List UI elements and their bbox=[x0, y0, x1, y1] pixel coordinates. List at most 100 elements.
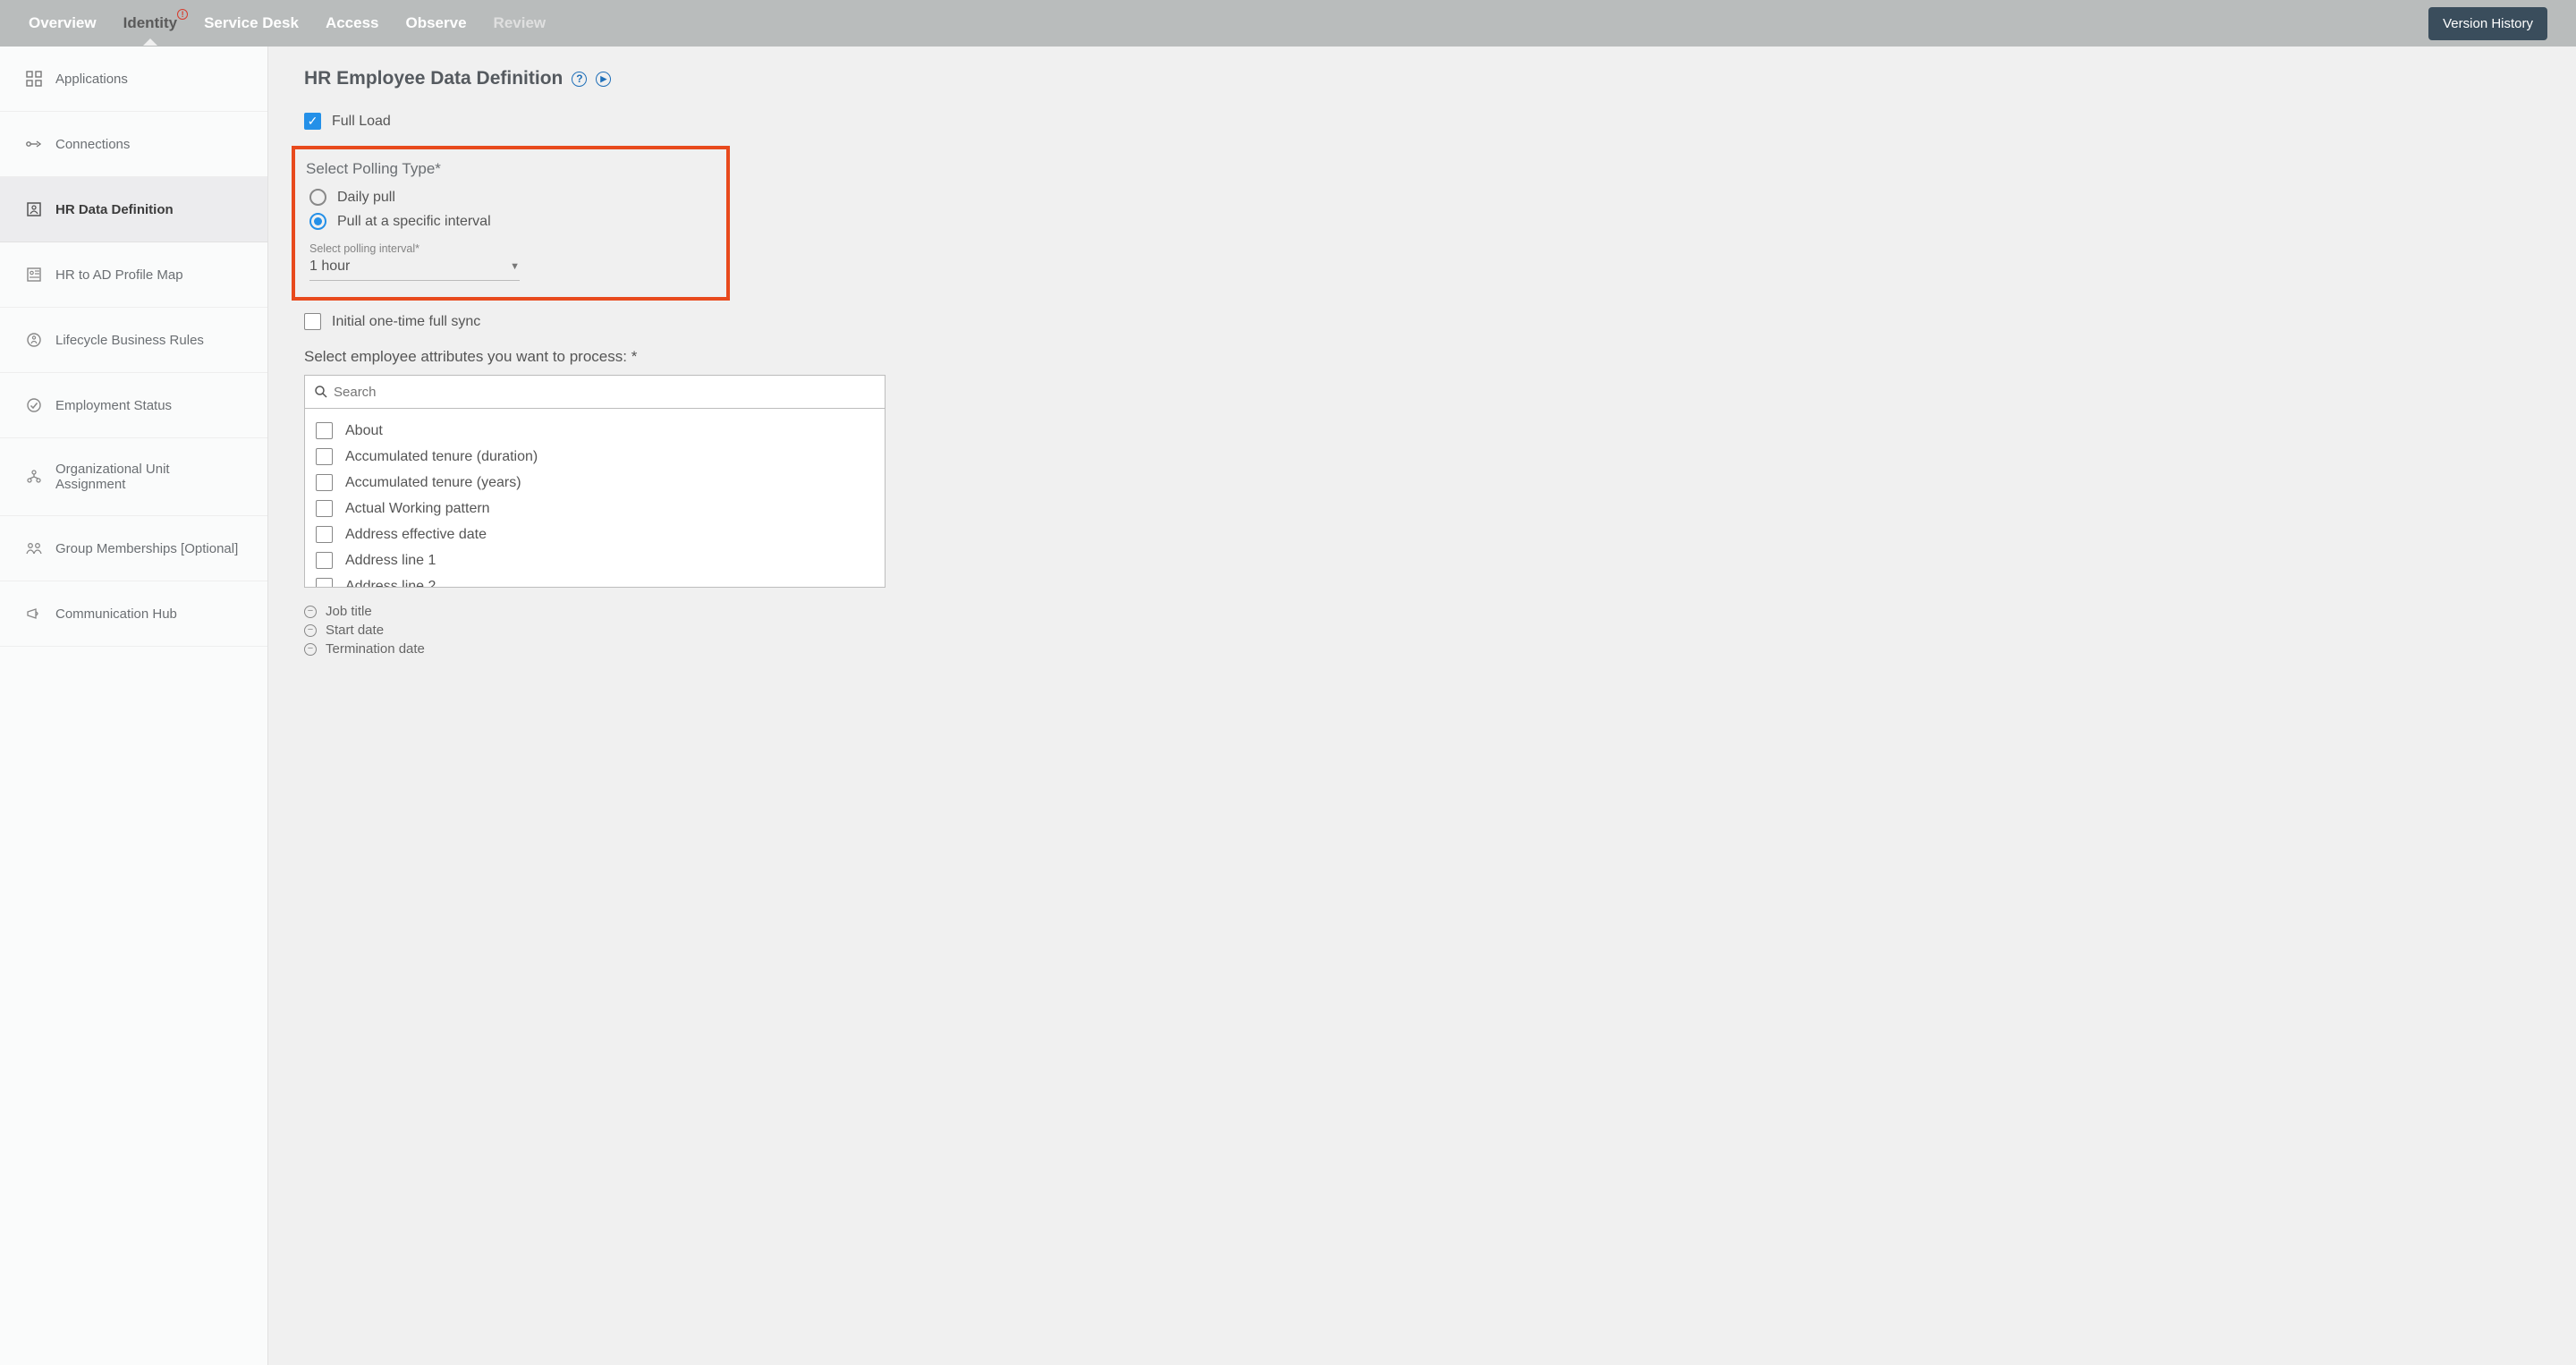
select-value: 1 hour bbox=[309, 259, 350, 275]
status-icon bbox=[25, 396, 43, 414]
attribute-label: About bbox=[345, 423, 383, 439]
attribute-checkbox[interactable] bbox=[316, 526, 333, 543]
sidebar-item-label: Applications bbox=[55, 72, 128, 87]
sidebar-item-label: Employment Status bbox=[55, 398, 172, 413]
sidebar-item-label: HR Data Definition bbox=[55, 202, 174, 217]
full-load-row: ✓ Full Load bbox=[304, 113, 2540, 130]
radio-daily-pull[interactable]: Daily pull bbox=[309, 189, 716, 206]
full-load-checkbox[interactable]: ✓ bbox=[304, 113, 321, 130]
remove-icon: − bbox=[304, 624, 317, 637]
radio-specific-interval[interactable]: Pull at a specific interval bbox=[309, 213, 716, 230]
sidebar-item-hr-data-definition[interactable]: HR Data Definition bbox=[0, 177, 267, 242]
radio-label: Pull at a specific interval bbox=[337, 214, 491, 230]
tab-service-desk[interactable]: Service Desk bbox=[204, 2, 299, 45]
sidebar-item-label: HR to AD Profile Map bbox=[55, 267, 183, 283]
tab-label: Identity bbox=[123, 14, 177, 31]
tab-review[interactable]: Review bbox=[494, 2, 547, 45]
profile-map-icon bbox=[25, 266, 43, 284]
page-title-text: HR Employee Data Definition bbox=[304, 68, 563, 89]
tab-label: Access bbox=[326, 14, 379, 31]
sidebar-item-applications[interactable]: Applications bbox=[0, 47, 267, 112]
top-nav: Overview Identity ! Service Desk Access … bbox=[0, 0, 2576, 47]
attribute-checkbox[interactable] bbox=[316, 474, 333, 491]
attribute-list[interactable]: About Accumulated tenure (duration) Accu… bbox=[304, 409, 886, 588]
attributes-section-label: Select employee attributes you want to p… bbox=[304, 348, 2540, 366]
group-icon bbox=[25, 539, 43, 557]
sidebar-item-label: Lifecycle Business Rules bbox=[55, 333, 204, 348]
attribute-label: Accumulated tenure (years) bbox=[345, 475, 521, 491]
tab-label: Overview bbox=[29, 14, 97, 31]
attribute-row[interactable]: Accumulated tenure (duration) bbox=[316, 444, 874, 470]
attribute-row[interactable]: Address effective date bbox=[316, 521, 874, 547]
chevron-down-icon: ▼ bbox=[510, 261, 520, 272]
sidebar-item-org-unit[interactable]: Organizational Unit Assignment bbox=[0, 438, 267, 516]
attribute-checkbox[interactable] bbox=[316, 500, 333, 517]
attribute-checkbox[interactable] bbox=[316, 552, 333, 569]
removed-item[interactable]: −Termination date bbox=[304, 640, 2540, 658]
attribute-checkbox[interactable] bbox=[316, 578, 333, 588]
full-load-label: Full Load bbox=[332, 114, 391, 130]
polling-type-label: Select Polling Type* bbox=[306, 160, 716, 178]
attribute-row[interactable]: Accumulated tenure (years) bbox=[316, 470, 874, 496]
removed-item-label: Termination date bbox=[326, 641, 425, 657]
version-history-button[interactable]: Version History bbox=[2428, 7, 2547, 40]
attribute-label: Actual Working pattern bbox=[345, 501, 490, 517]
sidebar-item-lifecycle-rules[interactable]: Lifecycle Business Rules bbox=[0, 308, 267, 373]
attribute-search[interactable] bbox=[304, 375, 886, 409]
tab-access[interactable]: Access bbox=[326, 2, 379, 45]
tab-identity[interactable]: Identity ! bbox=[123, 2, 177, 45]
attribute-label: Address line 1 bbox=[345, 553, 436, 569]
radio-icon bbox=[309, 213, 326, 230]
sidebar-item-label: Communication Hub bbox=[55, 606, 177, 622]
main-content: HR Employee Data Definition ? ▶ ✓ Full L… bbox=[268, 47, 2576, 1365]
removed-item-label: Job title bbox=[326, 604, 372, 619]
attribute-label: Accumulated tenure (duration) bbox=[345, 449, 538, 465]
radio-label: Daily pull bbox=[337, 190, 395, 206]
page-title: HR Employee Data Definition ? ▶ bbox=[304, 68, 2540, 89]
attribute-row[interactable]: About bbox=[316, 418, 874, 444]
sidebar: Applications Connections HR Data Definit… bbox=[0, 47, 268, 1365]
initial-sync-checkbox[interactable] bbox=[304, 313, 321, 330]
sidebar-item-label: Group Memberships [Optional] bbox=[55, 541, 238, 556]
remove-icon: − bbox=[304, 606, 317, 618]
sidebar-item-connections[interactable]: Connections bbox=[0, 112, 267, 177]
org-unit-icon bbox=[25, 468, 43, 486]
attribute-row[interactable]: Address line 2 bbox=[316, 573, 874, 588]
removed-item[interactable]: −Start date bbox=[304, 621, 2540, 640]
tab-label: Review bbox=[494, 14, 547, 31]
removed-item[interactable]: −Job title bbox=[304, 602, 2540, 621]
attribute-search-input[interactable] bbox=[334, 385, 876, 400]
initial-sync-row: Initial one-time full sync bbox=[304, 313, 2540, 330]
radio-icon bbox=[309, 189, 326, 206]
apps-icon bbox=[25, 70, 43, 88]
sidebar-item-label: Connections bbox=[55, 137, 130, 152]
removed-list: −Job title −Start date −Termination date bbox=[304, 602, 2540, 658]
polling-interval-select[interactable]: 1 hour ▼ bbox=[309, 255, 520, 281]
search-icon bbox=[314, 385, 328, 399]
play-icon[interactable]: ▶ bbox=[596, 72, 611, 87]
attribute-row[interactable]: Actual Working pattern bbox=[316, 496, 874, 521]
sidebar-item-group-memberships[interactable]: Group Memberships [Optional] bbox=[0, 516, 267, 581]
tab-overview[interactable]: Overview bbox=[29, 2, 97, 45]
lifecycle-icon bbox=[25, 331, 43, 349]
removed-item-label: Start date bbox=[326, 623, 384, 638]
attribute-row[interactable]: Address line 1 bbox=[316, 547, 874, 573]
hr-data-icon bbox=[25, 200, 43, 218]
sidebar-item-hr-ad-profile-map[interactable]: HR to AD Profile Map bbox=[0, 242, 267, 308]
attribute-checkbox[interactable] bbox=[316, 422, 333, 439]
tab-label: Observe bbox=[406, 14, 467, 31]
sidebar-item-employment-status[interactable]: Employment Status bbox=[0, 373, 267, 438]
initial-sync-label: Initial one-time full sync bbox=[332, 314, 480, 330]
help-icon[interactable]: ? bbox=[572, 72, 587, 87]
attribute-checkbox[interactable] bbox=[316, 448, 333, 465]
alert-icon: ! bbox=[177, 9, 188, 20]
attribute-label: Address effective date bbox=[345, 527, 487, 543]
megaphone-icon bbox=[25, 605, 43, 623]
attribute-label: Address line 2 bbox=[345, 579, 436, 589]
remove-icon: − bbox=[304, 643, 317, 656]
sidebar-item-communication-hub[interactable]: Communication Hub bbox=[0, 581, 267, 647]
tab-label: Service Desk bbox=[204, 14, 299, 31]
connections-icon bbox=[25, 135, 43, 153]
polling-interval-label: Select polling interval* bbox=[309, 242, 716, 255]
tab-observe[interactable]: Observe bbox=[406, 2, 467, 45]
